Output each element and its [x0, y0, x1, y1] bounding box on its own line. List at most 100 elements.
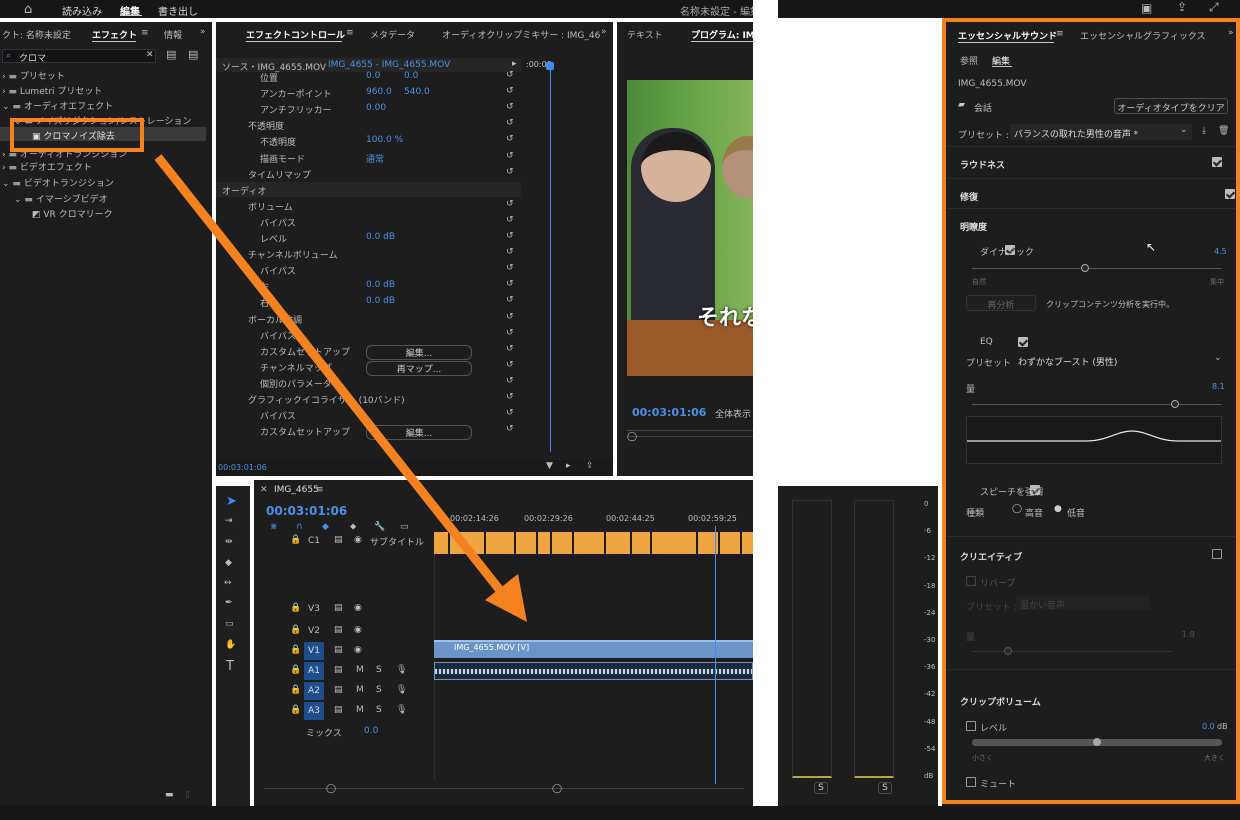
- 32bit-effects-icon[interactable]: ▤: [188, 48, 198, 61]
- reset-icon[interactable]: ↺: [506, 312, 514, 322]
- lock-icon[interactable]: 🔒: [290, 535, 301, 545]
- fit-dropdown[interactable]: 全体表示: [715, 407, 751, 420]
- ec-row-value-2[interactable]: 540.0: [404, 87, 430, 97]
- sync-lock-icon[interactable]: ▤: [334, 603, 343, 613]
- track-header[interactable]: 🔒 C1 ▤ ◉ サブタイトル: [284, 532, 432, 550]
- nav-export[interactable]: 書き出し: [158, 3, 198, 18]
- track-id[interactable]: V1: [304, 642, 324, 660]
- eye-icon[interactable]: ◉: [354, 603, 362, 613]
- track-id[interactable]: V3: [304, 600, 324, 618]
- tab-effect-controls[interactable]: エフェクトコントロール: [246, 28, 345, 41]
- ec-row[interactable]: 個別のパラメーター ↺: [216, 375, 521, 390]
- tree-item-lumetri[interactable]: › ▬ Lumetri プリセット: [2, 84, 102, 97]
- track-id[interactable]: C1: [304, 532, 324, 550]
- tab-project[interactable]: クト: 名称未設定: [2, 28, 71, 41]
- linked-selection-icon[interactable]: ∩: [296, 522, 303, 532]
- mic-icon[interactable]: 🎙: [396, 685, 407, 695]
- reset-icon[interactable]: ↺: [506, 344, 514, 354]
- more-tabs-icon[interactable]: »: [200, 27, 206, 37]
- reset-icon[interactable]: ↺: [506, 134, 514, 144]
- program-video-frame[interactable]: それな見たり: [627, 80, 753, 376]
- ec-row[interactable]: タイムリマップ ↺: [216, 166, 521, 181]
- reset-icon[interactable]: ↺: [506, 424, 514, 434]
- ec-row[interactable]: 不透明度 ↺: [216, 117, 521, 132]
- ec-row-value[interactable]: 編集...: [366, 425, 472, 441]
- tab-program[interactable]: プログラム: IMG_: [691, 28, 753, 41]
- subtitle-track-bar[interactable]: [434, 532, 753, 554]
- scroll-knob-right[interactable]: ◯: [552, 784, 562, 794]
- slip-icon[interactable]: ↔: [224, 578, 232, 588]
- ec-row-value[interactable]: 0.00: [366, 103, 386, 113]
- reset-icon[interactable]: ↺: [506, 295, 514, 305]
- ec-playhead[interactable]: [546, 62, 554, 70]
- program-timecode[interactable]: 00:03:01:06: [632, 406, 706, 419]
- sync-lock-icon[interactable]: ▤: [334, 705, 343, 715]
- track-header[interactable]: 🔒 A2 ▤ M S 🎙: [284, 682, 432, 700]
- ec-row[interactable]: バイパス ↺: [216, 262, 521, 277]
- reset-icon[interactable]: ↺: [506, 376, 514, 386]
- mic-icon[interactable]: 🎙: [396, 705, 407, 715]
- tab-menu-icon[interactable]: ≡: [316, 485, 324, 495]
- share-icon[interactable]: ⇪: [1177, 0, 1187, 14]
- fullscreen-icon[interactable]: ⤢: [1209, 0, 1219, 15]
- lock-icon[interactable]: 🔒: [290, 665, 301, 675]
- reset-icon[interactable]: ↺: [506, 360, 514, 370]
- sync-lock-icon[interactable]: ▤: [334, 535, 343, 545]
- reset-icon[interactable]: ↺: [506, 408, 514, 418]
- track-header[interactable]: 🔒 V1 ▤ ◉: [284, 642, 432, 660]
- reset-icon[interactable]: ↺: [506, 328, 514, 338]
- tree-item-immersive[interactable]: ⌄ ▬ イマーシブビデオ: [14, 192, 108, 205]
- lock-icon[interactable]: 🔒: [290, 645, 301, 655]
- track-header[interactable]: 🔒 A1 ▤ M S 🎙: [284, 662, 432, 680]
- play-audio-icon[interactable]: ▸: [566, 461, 571, 471]
- play-only-audio-icon[interactable]: ▸: [512, 59, 517, 69]
- ec-row[interactable]: カスタムセットアップ 編集... ↺: [216, 423, 521, 441]
- reset-icon[interactable]: ↺: [506, 392, 514, 402]
- workspace-icon[interactable]: ▣: [1141, 1, 1152, 15]
- mic-icon[interactable]: 🎙: [396, 665, 407, 675]
- selection-tool-icon[interactable]: ➤: [226, 494, 237, 509]
- program-scroll[interactable]: [627, 436, 753, 437]
- tab-menu-icon[interactable]: ≡: [346, 28, 354, 38]
- tree-item-audio-effects[interactable]: ⌄ ▬ オーディオエフェクト: [2, 99, 113, 112]
- ec-row-value[interactable]: 0.0 dB: [366, 280, 395, 290]
- add-marker-icon[interactable]: ◆: [322, 522, 329, 532]
- accelerated-effects-icon[interactable]: ▤: [166, 48, 176, 61]
- ec-row-value[interactable]: 100.0 %: [366, 135, 403, 145]
- snap-icon[interactable]: ⋇: [270, 522, 278, 532]
- track-id[interactable]: V2: [304, 622, 324, 640]
- reset-icon[interactable]: ↺: [506, 118, 514, 128]
- ec-row[interactable]: 描画モード 通常 ↺: [216, 150, 521, 165]
- sync-lock-icon[interactable]: ▤: [334, 645, 343, 655]
- tab-text[interactable]: テキスト: [627, 28, 663, 41]
- timeline-playhead[interactable]: [715, 526, 716, 784]
- scroll-knob-left[interactable]: ◯: [326, 784, 336, 794]
- ec-row[interactable]: ボリューム ↺: [216, 198, 521, 213]
- ec-row[interactable]: カスタムセットアップ 編集... ↺: [216, 343, 521, 360]
- sync-lock-icon[interactable]: ▤: [334, 625, 343, 635]
- ec-row[interactable]: 位置 0.0 0.0 ↺: [216, 69, 521, 84]
- lock-icon[interactable]: 🔒: [290, 705, 301, 715]
- ec-row-value[interactable]: 0.0: [366, 71, 380, 81]
- tree-item-presets[interactable]: › ▬ プリセット: [2, 69, 65, 82]
- ec-row-value[interactable]: 通常: [366, 152, 384, 165]
- clear-search-icon[interactable]: ✕: [146, 50, 154, 60]
- ec-row[interactable]: 右 0.0 dB ↺: [216, 294, 521, 309]
- ec-row[interactable]: 左 0.0 dB ↺: [216, 278, 521, 293]
- eye-icon[interactable]: ◉: [354, 645, 362, 655]
- filter-icon[interactable]: ▼: [546, 461, 553, 471]
- solo-right-button[interactable]: S: [878, 782, 892, 794]
- ec-row[interactable]: チャンネルボリューム ↺: [216, 246, 521, 261]
- sequence-tab[interactable]: IMG_4655: [274, 485, 319, 495]
- razor-icon[interactable]: ◆: [225, 558, 232, 568]
- v1-clip[interactable]: IMG_4655.MOV [V]: [434, 640, 753, 658]
- ripple-edit-icon[interactable]: ⇹: [225, 537, 233, 547]
- lock-icon[interactable]: 🔒: [290, 625, 301, 635]
- sync-lock-icon[interactable]: ▤: [334, 685, 343, 695]
- home-icon[interactable]: ⌂: [24, 2, 32, 17]
- solo-track-button[interactable]: S: [376, 665, 382, 675]
- ec-row-value[interactable]: 960.0: [366, 87, 392, 97]
- timeline-timecode[interactable]: 00:03:01:06: [266, 504, 347, 518]
- reset-icon[interactable]: ↺: [506, 70, 514, 80]
- track-header[interactable]: 🔒 V2 ▤ ◉: [284, 622, 432, 640]
